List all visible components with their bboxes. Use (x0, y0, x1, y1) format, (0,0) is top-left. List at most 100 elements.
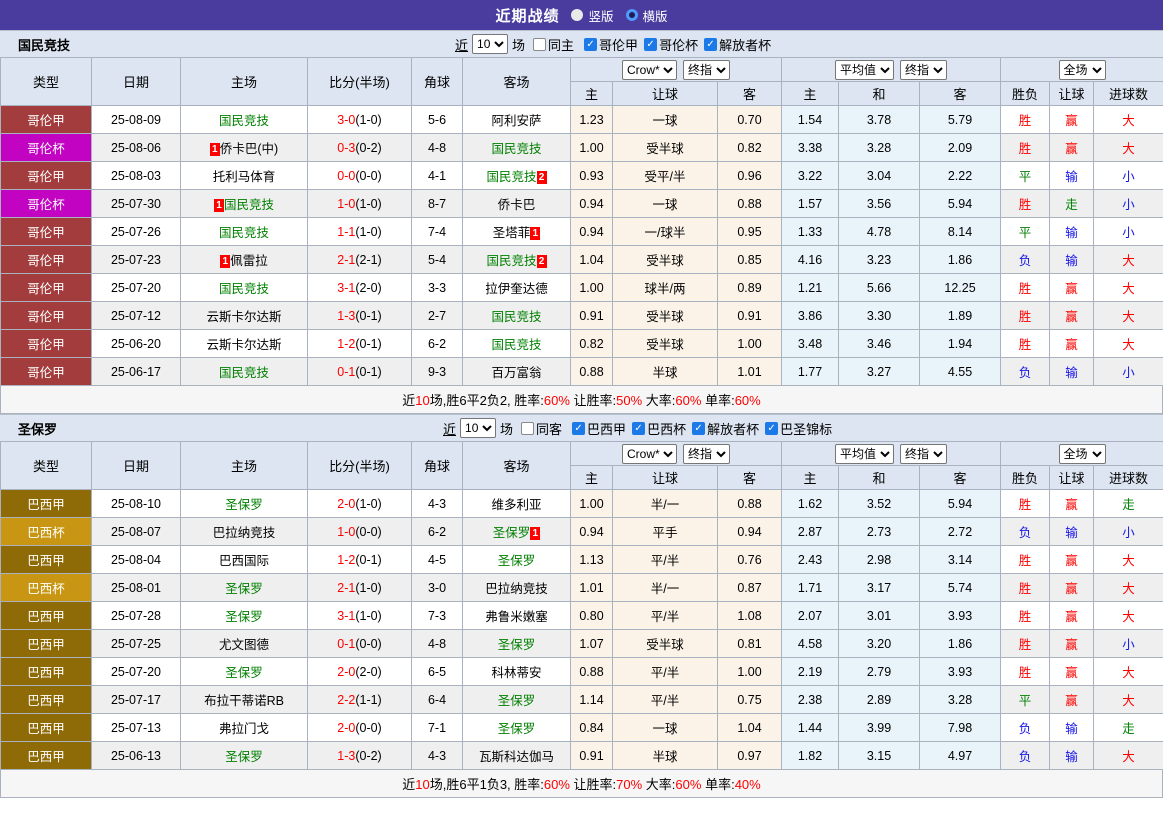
odds-stage-select[interactable]: 终指 (683, 59, 730, 80)
odds-home-cell: 1.00 (570, 489, 613, 518)
league-badge: 巴西甲 (0, 741, 92, 770)
games-count-select[interactable]: 10 (460, 418, 497, 438)
home-team: 国民竞技 (180, 105, 308, 134)
odds-stage-select[interactable]: 终指 (683, 443, 730, 464)
scope-select[interactable]: 全场 (1058, 59, 1106, 80)
league-badge: 巴西甲 (0, 545, 92, 574)
col-header-type: 类型 (0, 57, 92, 106)
corner-cell: 4-1 (411, 161, 463, 190)
league-badge: 哥伦甲 (0, 105, 92, 134)
result-wdl-cell: 胜 (1000, 601, 1051, 630)
home-team: 国民竞技 (180, 217, 308, 246)
same-venue-checkbox[interactable] (521, 421, 535, 435)
home-team: 云斯卡尔达斯 (180, 329, 308, 358)
corner-cell: 3-3 (411, 273, 463, 302)
red-card-badge: 2 (536, 171, 547, 184)
radio-unchecked-icon[interactable] (571, 9, 584, 21)
odds-away-cell: 0.97 (716, 741, 783, 770)
result-handicap-cell: 输 (1049, 217, 1095, 246)
match-date: 25-07-30 (91, 189, 181, 218)
col-header-corner: 角球 (411, 441, 463, 490)
avg-away-cell: 3.93 (919, 657, 1002, 686)
odds-company-select[interactable]: Crow* (622, 59, 677, 80)
avg-away-cell: 3.14 (919, 545, 1002, 574)
odds-handicap-cell: 受平/半 (612, 161, 718, 190)
layout-radio-horizontal[interactable]: 横版 (625, 6, 668, 25)
avg-home-cell: 2.43 (781, 545, 840, 574)
sub-header-odds-away: 客 (716, 81, 783, 106)
away-team: 侨卡巴 (462, 189, 571, 218)
match-date: 25-07-12 (91, 301, 181, 330)
odds-handicap-cell: 受半球 (612, 629, 718, 658)
games-count-select[interactable]: 10 (472, 34, 509, 54)
odds-handicap-cell: 一球 (612, 105, 718, 134)
away-team: 圣保罗 (462, 545, 571, 574)
away-team: 百万富翁 (462, 357, 571, 386)
league-checkbox[interactable]: ✓ (692, 421, 706, 435)
league-checkbox[interactable]: ✓ (765, 421, 779, 435)
league-checkbox[interactable]: ✓ (572, 421, 586, 435)
odds-handicap-cell: 半球 (612, 741, 718, 770)
match-date: 25-07-28 (91, 601, 181, 630)
corner-cell: 7-1 (411, 713, 463, 742)
score-cell: 1-3(0-1) (307, 301, 412, 330)
avg-group-header: 平均值 终指 (781, 441, 1002, 466)
away-team: 国民竞技 2 (462, 161, 571, 190)
avg-stage-select[interactable]: 终指 (900, 59, 948, 80)
recent-link[interactable]: 近 (443, 419, 456, 438)
page-title: 近期战绩 (495, 7, 560, 25)
league-badge: 巴西甲 (0, 713, 92, 742)
avg-draw-cell: 3.99 (838, 713, 921, 742)
result-wdl-cell: 胜 (1000, 489, 1051, 518)
radio-checked-icon[interactable] (625, 9, 638, 21)
odds-home-cell: 1.07 (570, 629, 613, 658)
result-goals-cell: 小 (1093, 357, 1163, 386)
layout-radio-vertical[interactable]: 竖版 (571, 6, 614, 25)
league-checkbox[interactable]: ✓ (632, 421, 646, 435)
scope-select[interactable]: 全场 (1058, 443, 1106, 464)
league-checkbox-label: 哥伦甲 (599, 37, 639, 53)
odds-handicap-cell: 半球 (612, 357, 718, 386)
avg-home-cell: 2.19 (781, 657, 840, 686)
score-cell: 2-2(1-1) (307, 685, 412, 714)
league-badge: 哥伦甲 (0, 273, 92, 302)
avg-away-cell: 3.93 (919, 601, 1002, 630)
odds-away-cell: 0.87 (716, 573, 783, 602)
odds-home-cell: 1.00 (570, 273, 613, 302)
same-venue-checkbox[interactable] (533, 37, 547, 51)
corner-cell: 6-4 (411, 685, 463, 714)
recent-link[interactable]: 近 (455, 35, 468, 54)
odds-handicap-cell: 半/一 (612, 489, 718, 518)
result-goals-cell: 大 (1093, 245, 1163, 274)
result-goals-cell: 大 (1093, 301, 1163, 330)
home-team: 国民竞技 (180, 273, 308, 302)
league-checkbox[interactable]: ✓ (704, 37, 718, 51)
odds-handicap-cell: 平/半 (612, 601, 718, 630)
sub-header-avg-draw: 和 (838, 465, 921, 490)
league-checkbox[interactable]: ✓ (584, 37, 598, 51)
odds-handicap-cell: 一球 (612, 189, 718, 218)
result-goals-cell: 大 (1093, 545, 1163, 574)
col-header-home: 主场 (180, 441, 308, 490)
score-cell: 1-1(1-0) (307, 217, 412, 246)
sub-header-handicap-result: 让球 (1049, 81, 1095, 106)
odds-away-cell: 1.08 (716, 601, 783, 630)
avg-away-cell: 1.86 (919, 629, 1002, 658)
odds-company-select[interactable]: Crow* (622, 443, 677, 464)
result-wdl-cell: 负 (1000, 741, 1051, 770)
league-checkbox[interactable]: ✓ (644, 37, 658, 51)
avg-home-cell: 1.57 (781, 189, 840, 218)
avg-source-select[interactable]: 平均值 (835, 59, 895, 80)
avg-home-cell: 3.38 (781, 133, 840, 162)
corner-cell: 4-8 (411, 629, 463, 658)
result-goals-cell: 大 (1093, 133, 1163, 162)
match-date: 25-06-13 (91, 741, 181, 770)
avg-source-select[interactable]: 平均值 (835, 443, 895, 464)
result-handicap-cell: 赢 (1049, 329, 1095, 358)
matches-table: 类型 日期 主场 比分(半场) 角球 客场 Crow* 终指 平均值 终指 全场 主… (0, 57, 1163, 386)
avg-stage-select[interactable]: 终指 (900, 443, 948, 464)
odds-away-cell: 1.00 (716, 329, 783, 358)
sub-header-handicap: 让球 (612, 465, 718, 490)
corner-cell: 7-3 (411, 601, 463, 630)
matches-table: 类型 日期 主场 比分(半场) 角球 客场 Crow* 终指 平均值 终指 全场 主… (0, 441, 1163, 770)
